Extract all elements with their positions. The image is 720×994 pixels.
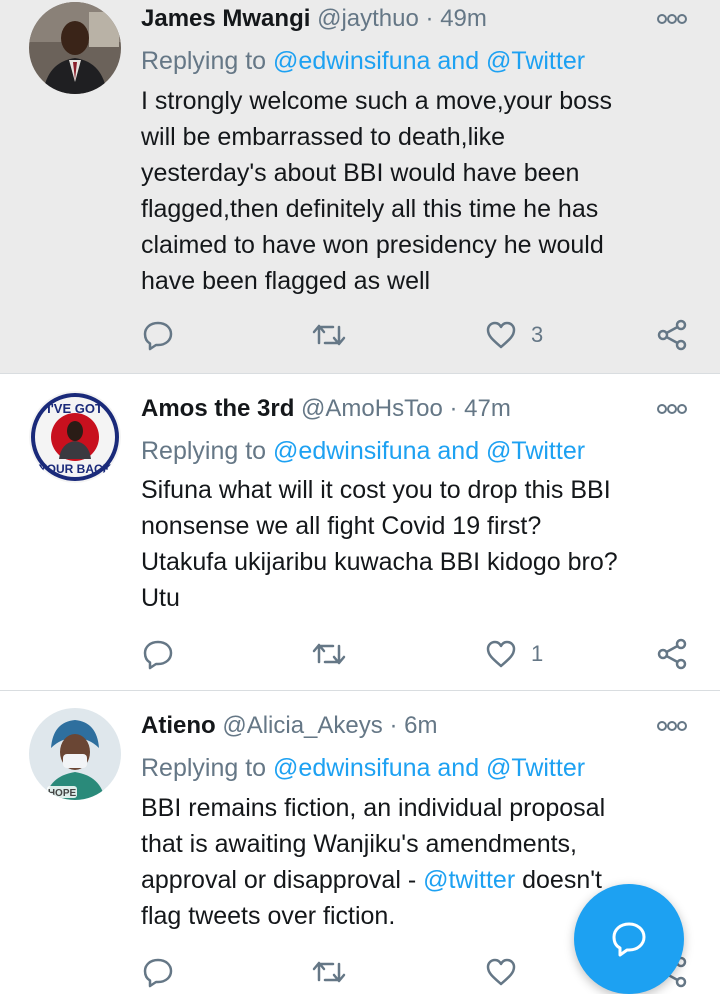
reply-icon — [143, 640, 173, 670]
author-handle[interactable]: @jaythuo — [317, 5, 419, 32]
author-handle[interactable]: @Alicia_Akeys — [222, 712, 382, 739]
tweet-text-line: that is awaiting Wanjiku's amendments, — [141, 830, 577, 858]
timestamp: 49m — [440, 5, 487, 32]
retweet-icon — [312, 961, 346, 983]
like-count: 1 — [531, 641, 544, 666]
tweet-text-segment: approval or disapproval - — [141, 866, 424, 894]
author-handle[interactable]: @AmoHsToo — [301, 395, 443, 422]
replying-to-label: Replying to — [141, 437, 267, 465]
avatar[interactable]: HOPE — [29, 708, 121, 800]
more-options-icon[interactable] — [656, 402, 688, 416]
replying-to-line: Replying to @edwinsifuna and @Twitter — [141, 435, 585, 467]
tweet-text: I strongly welcome such a move,your boss… — [141, 83, 681, 299]
compose-reply-button[interactable] — [574, 884, 684, 994]
tweet-text-line: Utu — [141, 584, 180, 612]
reply-button[interactable] — [142, 315, 174, 355]
replying-to-label: Replying to — [141, 754, 267, 782]
separator: · — [425, 5, 434, 32]
tweet-text-line: yesterday's about BBI would have been — [141, 159, 580, 187]
author-name[interactable]: Amos the 3rd — [141, 395, 294, 422]
more-options-icon[interactable] — [656, 719, 688, 733]
like-button[interactable] — [485, 952, 517, 992]
tweet-item[interactable]: I'VE GOT YOUR BACK Amos the 3rd @AmoHsTo… — [0, 374, 720, 690]
reply-button[interactable] — [142, 634, 174, 674]
tweet-actions: 1 — [0, 634, 720, 674]
tweet-text-line: will be embarrassed to death,like — [141, 123, 506, 151]
avatar[interactable] — [29, 2, 121, 94]
replying-to-label: Replying to — [141, 47, 267, 75]
got-your-back-badge-avatar-icon: I'VE GOT YOUR BACK — [29, 391, 121, 483]
tweet-text-segment: doesn't — [515, 866, 602, 894]
compose-reply-icon — [612, 922, 646, 957]
badge-text-top: I'VE GOT — [47, 401, 103, 416]
timestamp: 6m — [404, 712, 438, 739]
retweet-button[interactable] — [311, 952, 347, 992]
like-button[interactable]: 1 — [485, 634, 543, 674]
timestamp: 47m — [464, 395, 511, 422]
tweet-item[interactable]: James Mwangi @jaythuo · 49m Replying to … — [0, 0, 720, 373]
separator: · — [389, 712, 398, 739]
more-options-icon[interactable] — [656, 12, 688, 26]
retweet-button[interactable] — [311, 315, 347, 355]
tweet-text-line: Sifuna what will it cost you to drop thi… — [141, 476, 611, 504]
replying-to-line: Replying to @edwinsifuna and @Twitter — [141, 752, 585, 784]
retweet-icon — [312, 324, 346, 346]
replying-to-mentions[interactable]: @edwinsifuna and @Twitter — [273, 437, 585, 465]
man-in-suit-avatar-icon — [29, 2, 121, 94]
heart-icon — [486, 958, 516, 986]
retweet-button[interactable] — [311, 634, 347, 674]
badge-text-bottom: YOUR BACK — [39, 462, 112, 476]
like-count: 3 — [531, 322, 544, 347]
tweet-text-line: flagged,then definitely all this time he… — [141, 195, 599, 223]
reply-button[interactable] — [142, 952, 174, 992]
tweet-text: Sifuna what will it cost you to drop thi… — [141, 472, 681, 616]
avatar-hope-text: HOPE — [48, 788, 77, 799]
retweet-icon — [312, 643, 346, 665]
replying-to-mentions[interactable]: @edwinsifuna and @Twitter — [273, 754, 585, 782]
like-button[interactable]: 3 — [485, 315, 543, 355]
tweet-text-line: nonsense we all fight Covid 19 first? — [141, 512, 542, 540]
separator: · — [449, 395, 458, 422]
avatar[interactable]: I'VE GOT YOUR BACK — [29, 391, 121, 483]
share-icon — [657, 638, 687, 670]
tweet-text-line: have been flagged as well — [141, 267, 431, 295]
heart-icon — [486, 640, 516, 668]
mention-link[interactable]: @twitter — [423, 866, 515, 894]
nurse-with-mask-avatar-icon: HOPE — [29, 708, 121, 800]
replying-to-mentions[interactable]: @edwinsifuna and @Twitter — [273, 47, 585, 75]
share-button[interactable] — [656, 634, 688, 674]
tweet-text-line: claimed to have won presidency he would — [141, 231, 604, 259]
tweet-text-line: Utakufa ukijaribu kuwacha BBI kidogo bro… — [141, 548, 618, 576]
tweet-text-line: BBI remains fiction, an individual propo… — [141, 794, 606, 822]
share-button[interactable] — [656, 315, 688, 355]
replying-to-line: Replying to @edwinsifuna and @Twitter — [141, 45, 585, 77]
heart-icon — [486, 321, 516, 349]
reply-icon — [143, 321, 173, 351]
share-icon — [657, 319, 687, 351]
tweet-text-line: I strongly welcome such a move,your boss — [141, 87, 613, 115]
reply-icon — [143, 958, 173, 988]
author-name[interactable]: James Mwangi — [141, 5, 310, 32]
author-name[interactable]: Atieno — [141, 712, 216, 739]
tweet-actions: 3 — [0, 315, 720, 355]
